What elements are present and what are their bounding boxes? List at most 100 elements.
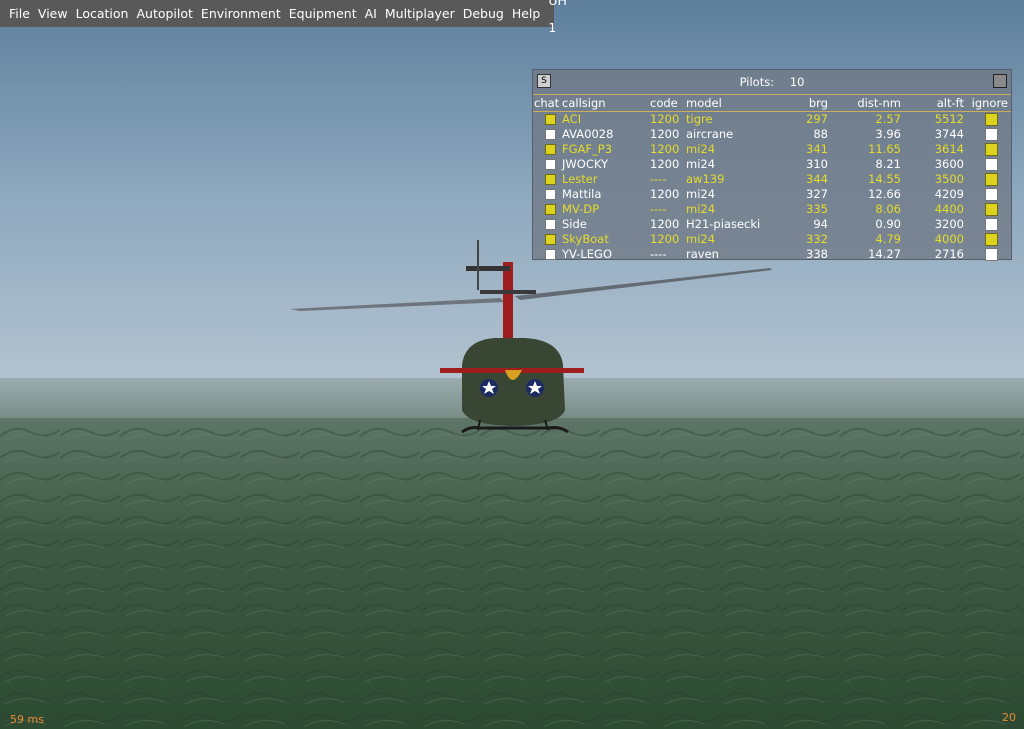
alt-cell: 2716 [934, 247, 964, 261]
table-row: JWOCKY 1200 mi24 310 8.21 3600 [533, 157, 1011, 172]
menu-environment[interactable]: Environment [197, 0, 285, 27]
header-model: model [686, 96, 722, 110]
menu-multiplayer[interactable]: Multiplayer [381, 0, 459, 27]
dialog-titlebar: S Pilots: 10 [533, 70, 1011, 95]
chat-checkbox[interactable] [545, 219, 556, 230]
code-cell: 1200 [650, 157, 680, 171]
callsign-cell: AVA0028 [562, 127, 614, 141]
dist-cell: 3.96 [875, 127, 901, 141]
close-button[interactable] [993, 74, 1007, 88]
chat-checkbox[interactable] [545, 249, 556, 260]
chat-checkbox[interactable] [545, 159, 556, 170]
chat-checkbox[interactable] [545, 174, 556, 185]
alt-cell: 3600 [934, 157, 964, 171]
menu-location[interactable]: Location [72, 0, 133, 27]
frame-time-readout: 59 ms [10, 713, 44, 726]
code-cell: ---- [650, 172, 667, 186]
callsign-cell: Side [562, 217, 587, 231]
code-cell: 1200 [650, 127, 680, 141]
brg-cell: 94 [813, 217, 828, 231]
header-ignore: ignore [971, 96, 1008, 110]
alt-cell: 3500 [934, 172, 964, 186]
dialog-title: Pilots: 10 [533, 75, 1011, 89]
brg-cell: 88 [813, 127, 828, 141]
code-cell: 1200 [650, 142, 680, 156]
chat-checkbox[interactable] [545, 144, 556, 155]
dist-cell: 12.66 [868, 187, 901, 201]
menu-equipment[interactable]: Equipment [285, 0, 361, 27]
model-cell: aircrane [686, 127, 734, 141]
table-row: MV-DP ---- mi24 335 8.06 4400 [533, 202, 1011, 217]
dist-cell: 4.79 [875, 232, 901, 246]
menu-ai[interactable]: AI [361, 0, 381, 27]
header-alt: alt-ft [936, 96, 964, 110]
chat-checkbox[interactable] [545, 189, 556, 200]
table-row: SkyBoat 1200 mi24 332 4.79 4000 [533, 232, 1011, 247]
brg-cell: 335 [806, 202, 828, 216]
ignore-checkbox[interactable] [985, 128, 998, 141]
menu-debug[interactable]: Debug [459, 0, 508, 27]
brg-cell: 344 [806, 172, 828, 186]
chat-checkbox[interactable] [545, 234, 556, 245]
model-cell: mi24 [686, 142, 716, 156]
table-header: chat callsign code model brg dist-nm alt… [533, 95, 1011, 112]
ignore-checkbox[interactable] [985, 143, 998, 156]
brg-cell: 327 [806, 187, 828, 201]
menu-bar: File View Location Autopilot Environment… [0, 0, 567, 35]
model-cell: tigre [686, 112, 713, 126]
menu-file[interactable]: File [5, 0, 34, 27]
ignore-checkbox[interactable] [985, 248, 998, 261]
callsign-cell: MV-DP [562, 202, 600, 216]
ignore-checkbox[interactable] [985, 158, 998, 171]
table-row: YV-LEGO ---- raven 338 14.27 2716 [533, 247, 1011, 262]
dist-cell: 8.06 [875, 202, 901, 216]
model-cell: mi24 [686, 232, 716, 246]
brg-cell: 341 [806, 142, 828, 156]
menu-autopilot[interactable]: Autopilot [132, 0, 196, 27]
dist-cell: 11.65 [868, 142, 901, 156]
model-cell: mi24 [686, 187, 716, 201]
ignore-checkbox[interactable] [985, 188, 998, 201]
dist-cell: 14.55 [868, 172, 901, 186]
callsign-cell: Mattila [562, 187, 602, 201]
model-cell: mi24 [686, 157, 716, 171]
brg-cell: 297 [806, 112, 828, 126]
ignore-checkbox[interactable] [985, 203, 998, 216]
model-cell: mi24 [686, 202, 716, 216]
pilot-rows: ACI 1200 tigre 297 2.57 5512 AVA0028 1200 aircra… [533, 112, 1011, 262]
callsign-cell: SkyBoat [562, 232, 609, 246]
brg-cell: 338 [806, 247, 828, 261]
chat-checkbox[interactable] [545, 114, 556, 125]
ignore-checkbox[interactable] [985, 113, 998, 126]
table-row: Side 1200 H21-piasecki 94 0.90 3200 [533, 217, 1011, 232]
menu-view[interactable]: View [34, 0, 72, 27]
brg-cell: 332 [806, 232, 828, 246]
callsign-cell: JWOCKY [562, 157, 608, 171]
ignore-checkbox[interactable] [985, 173, 998, 186]
menu-help[interactable]: Help [508, 0, 545, 27]
menu-uh1[interactable]: UH 1 [544, 0, 571, 41]
code-cell: 1200 [650, 112, 680, 126]
code-cell: 1200 [650, 232, 680, 246]
table-row: ACI 1200 tigre 297 2.57 5512 [533, 112, 1011, 127]
callsign-cell: YV-LEGO [562, 247, 613, 261]
ignore-checkbox[interactable] [985, 233, 998, 246]
alt-cell: 4000 [934, 232, 964, 246]
callsign-cell: ACI [562, 112, 582, 126]
model-cell: H21-piasecki [686, 217, 761, 231]
header-chat: chat [534, 96, 560, 110]
alt-cell: 4400 [934, 202, 964, 216]
header-dist: dist-nm [857, 96, 901, 110]
code-cell: 1200 [650, 187, 680, 201]
chat-checkbox[interactable] [545, 129, 556, 140]
table-row: FGAF_P3 1200 mi24 341 11.65 3614 [533, 142, 1011, 157]
alt-cell: 3614 [934, 142, 964, 156]
table-row: Mattila 1200 mi24 327 12.66 4209 [533, 187, 1011, 202]
alt-cell: 3744 [934, 127, 964, 141]
table-row: AVA0028 1200 aircrane 88 3.96 3744 [533, 127, 1011, 142]
chat-checkbox[interactable] [545, 204, 556, 215]
alt-cell: 4209 [934, 187, 964, 201]
header-code: code [650, 96, 678, 110]
alt-cell: 3200 [934, 217, 964, 231]
ignore-checkbox[interactable] [985, 218, 998, 231]
